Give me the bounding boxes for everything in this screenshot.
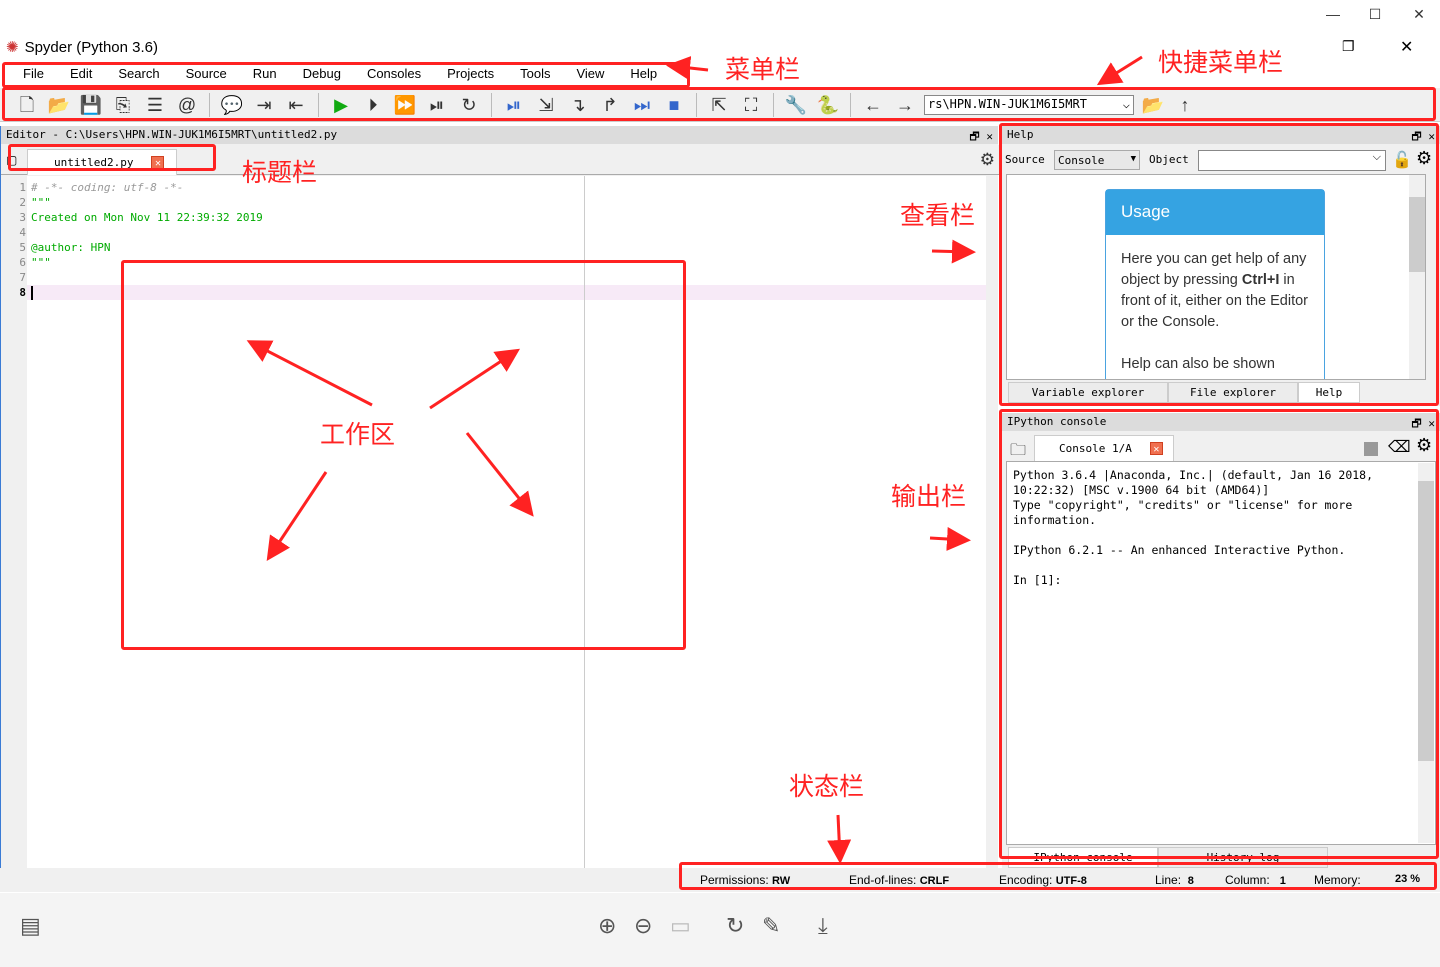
arrow-workspace-1 <box>246 340 373 407</box>
arrow-status <box>827 814 852 864</box>
arrow-output <box>929 526 971 551</box>
arrow-workspace-2 <box>429 348 521 410</box>
arrow-shortcut <box>1096 55 1143 86</box>
arrow-workspace-3 <box>266 471 328 561</box>
arrow-workspace-4 <box>465 432 534 517</box>
annotation-arrows <box>246 55 1143 864</box>
arrow-menu <box>666 56 709 80</box>
arrow-view <box>931 239 976 264</box>
